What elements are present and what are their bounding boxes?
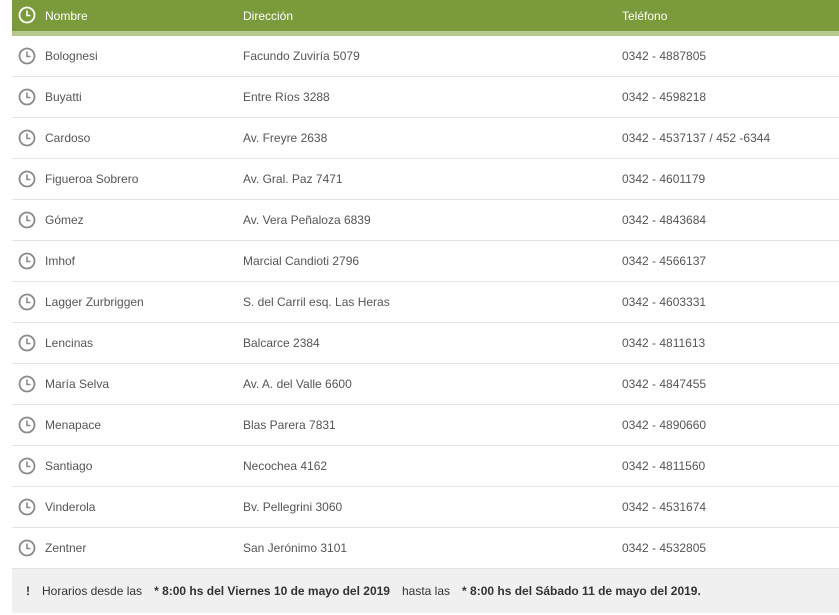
row-name: Gómez: [45, 213, 84, 227]
row-address: Necochea 4162: [243, 459, 328, 473]
row-phone: 0342 - 4603331: [622, 295, 707, 309]
row-address: S. del Carril esq. Las Heras: [243, 295, 390, 309]
clock-icon: [18, 498, 36, 516]
row-address: Entre Ríos 3288: [243, 90, 330, 104]
row-name: María Selva: [45, 377, 110, 391]
row-address: San Jerónimo 3101: [243, 541, 348, 555]
table-row: Santiago Necochea 4162 0342 - 4811560: [12, 446, 839, 487]
row-phone: 0342 - 4847455: [622, 377, 707, 391]
row-name: Imhof: [45, 254, 76, 268]
table-row: Vinderola Bv. Pellegrini 3060 0342 - 453…: [12, 487, 839, 528]
clock-icon: [18, 6, 36, 24]
clock-icon: [18, 539, 36, 557]
clock-icon: [18, 129, 36, 147]
table-header: Nombre Dirección Teléfono: [12, 0, 839, 36]
schedule-from: * 8:00 hs del Viernes 10 de mayo del 201…: [154, 584, 390, 598]
row-name: Lencinas: [45, 336, 94, 350]
table-row: Imhof Marcial Candioti 2796 0342 - 45661…: [12, 241, 839, 282]
row-phone: 0342 - 4601179: [622, 172, 706, 186]
table-body: Bolognesi Facundo Zuviría 5079 0342 - 48…: [12, 36, 839, 569]
alert-icon: !: [26, 584, 30, 598]
header-phone: Teléfono: [622, 9, 668, 23]
row-address: Av. A. del Valle 6600: [243, 377, 352, 391]
schedule-to: * 8:00 hs del Sábado 11 de mayo del 2019…: [462, 584, 701, 598]
row-address: Av. Gral. Paz 7471: [243, 172, 343, 186]
row-phone: 0342 - 4532805: [622, 541, 707, 555]
header-address: Dirección: [243, 9, 294, 23]
clock-icon: [18, 252, 36, 270]
row-address: Facundo Zuviría 5079: [243, 49, 360, 63]
table-row: Figueroa Sobrero Av. Gral. Paz 7471 0342…: [12, 159, 839, 200]
clock-icon: [18, 211, 36, 229]
table-row: María Selva Av. A. del Valle 6600 0342 -…: [12, 364, 839, 405]
table-row: Zentner San Jerónimo 3101 0342 - 4532805: [12, 528, 839, 569]
schedule-middle: hasta las: [401, 584, 451, 598]
row-phone: 0342 - 4811560: [622, 459, 706, 473]
row-address: Marcial Candioti 2796: [243, 254, 360, 268]
row-address: Blas Parera 7831: [243, 418, 336, 432]
table-row: Buyatti Entre Ríos 3288 0342 - 4598218: [12, 77, 839, 118]
pharmacy-table: Nombre Dirección Teléfono Bolognesi Facu…: [12, 0, 839, 569]
row-name: Buyatti: [45, 90, 82, 104]
row-name: Santiago: [45, 459, 93, 473]
row-phone: 0342 - 4598218: [622, 90, 707, 104]
schedule-notice: ! Horarios desde las * 8:00 hs del Viernes…: [12, 569, 839, 613]
schedule-prefix: Horarios desde las: [42, 584, 143, 598]
table-row: Lencinas Balcarce 2384 0342 - 4811613: [12, 323, 839, 364]
row-name: Zentner: [45, 541, 87, 555]
row-name: Figueroa Sobrero: [45, 172, 139, 186]
row-name: Menapace: [45, 418, 102, 432]
clock-icon: [18, 170, 36, 188]
table-row: Lagger Zurbriggen S. del Carril esq. Las…: [12, 282, 839, 323]
table-row: Menapace Blas Parera 7831 0342 - 4890660: [12, 405, 839, 446]
row-address: Av. Vera Peñaloza 6839: [243, 213, 371, 227]
clock-icon: [18, 47, 36, 65]
clock-icon: [18, 457, 36, 475]
row-phone: 0342 - 4887805: [622, 49, 707, 63]
clock-icon: [18, 334, 36, 352]
row-phone: 0342 - 4537137 / 452 -6344: [622, 131, 771, 145]
table-row: Bolognesi Facundo Zuviría 5079 0342 - 48…: [12, 36, 839, 77]
row-name: Vinderola: [45, 500, 96, 514]
row-phone: 0342 - 4843684: [622, 213, 707, 227]
row-phone: 0342 - 4890660: [622, 418, 707, 432]
schedule-text: ! Horarios desde las * 8:00 hs del Viernes…: [26, 584, 701, 598]
row-phone: 0342 - 4566137: [622, 254, 707, 268]
row-address: Balcarce 2384: [243, 336, 320, 350]
clock-icon: [18, 293, 36, 311]
row-address: Av. Freyre 2638: [243, 131, 328, 145]
header-name: Nombre: [45, 9, 88, 23]
row-name: Lagger Zurbriggen: [45, 295, 144, 309]
row-address: Bv. Pellegrini 3060: [243, 500, 343, 514]
row-phone: 0342 - 4531674: [622, 500, 707, 514]
table-row: Gómez Av. Vera Peñaloza 6839 0342 - 4843…: [12, 200, 839, 241]
clock-icon: [18, 88, 36, 106]
table-row: Cardoso Av. Freyre 2638 0342 - 4537137 /…: [12, 118, 839, 159]
row-name: Cardoso: [45, 131, 91, 145]
clock-icon: [18, 375, 36, 393]
clock-icon: [18, 416, 36, 434]
row-name: Bolognesi: [45, 49, 98, 63]
row-phone: 0342 - 4811613: [622, 336, 706, 350]
